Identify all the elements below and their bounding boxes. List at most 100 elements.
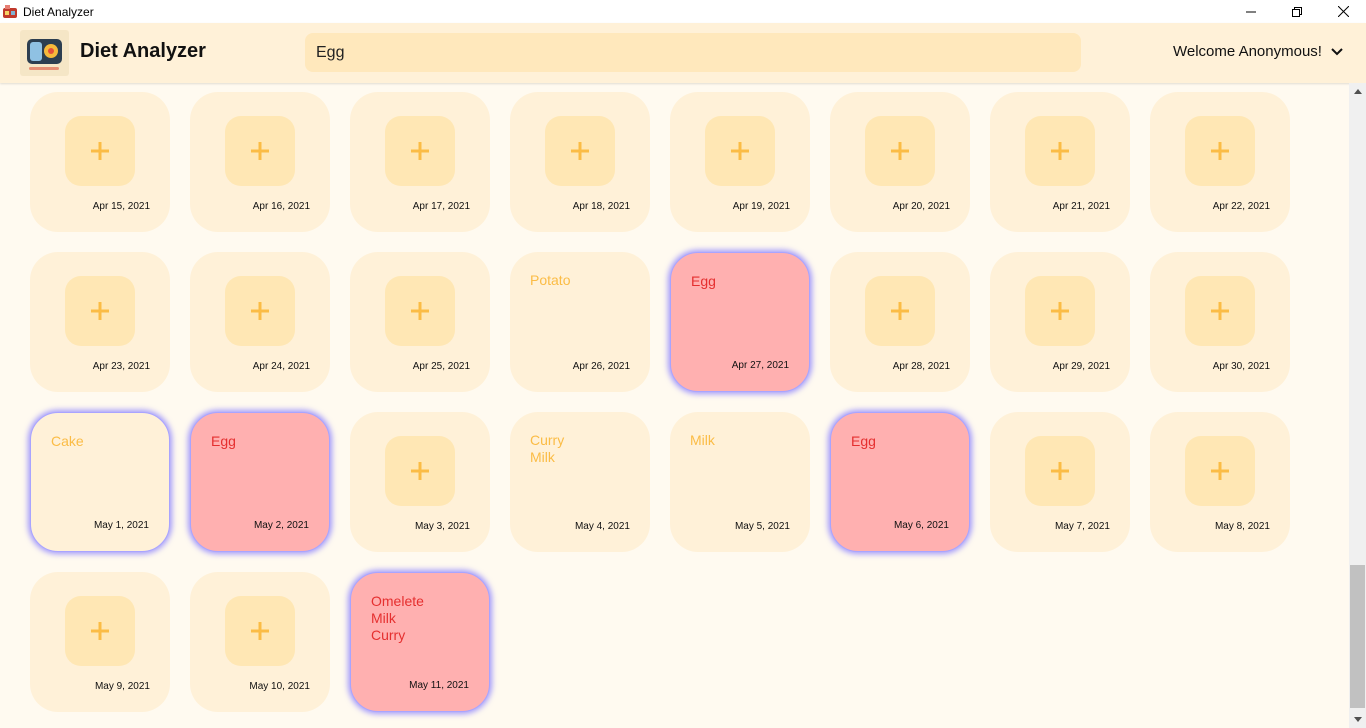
day-card[interactable]: Apr 19, 2021 <box>670 92 810 232</box>
scroll-down-arrow-icon[interactable] <box>1349 711 1366 728</box>
day-card[interactable]: Apr 16, 2021 <box>190 92 330 232</box>
add-meal-button[interactable] <box>1025 276 1095 346</box>
app-icon <box>3 4 17 19</box>
day-date: May 3, 2021 <box>414 521 470 532</box>
add-meal-button[interactable] <box>65 276 135 346</box>
day-card[interactable]: Apr 22, 2021 <box>1150 92 1290 232</box>
day-date: Apr 26, 2021 <box>572 361 630 372</box>
plus-icon <box>731 142 749 160</box>
add-meal-button[interactable] <box>705 116 775 186</box>
search-input[interactable] <box>305 33 1081 72</box>
calendar-area: Apr 15, 2021 Apr 16, 2021 Apr 17, 2021 Apr … <box>0 83 1349 728</box>
food-list: Egg <box>211 433 236 449</box>
day-date: Apr 19, 2021 <box>732 201 790 212</box>
day-date: Apr 22, 2021 <box>1212 201 1270 212</box>
day-card[interactable]: Milk May 5, 2021 <box>670 412 810 552</box>
day-date: May 5, 2021 <box>734 521 790 532</box>
day-date: Apr 16, 2021 <box>252 201 310 212</box>
day-card[interactable]: May 9, 2021 <box>30 572 170 712</box>
add-meal-button[interactable] <box>225 116 295 186</box>
day-card[interactable]: May 10, 2021 <box>190 572 330 712</box>
add-meal-button[interactable] <box>225 276 295 346</box>
plus-icon <box>411 142 429 160</box>
scroll-thumb[interactable] <box>1350 565 1365 708</box>
day-card[interactable]: Apr 17, 2021 <box>350 92 490 232</box>
app-name: Diet Analyzer <box>80 40 206 62</box>
chevron-down-icon <box>1331 47 1343 55</box>
add-meal-button[interactable] <box>865 116 935 186</box>
food-list: Egg <box>851 433 876 449</box>
food-list: Curry Milk <box>530 432 565 465</box>
day-date: Apr 17, 2021 <box>412 201 470 212</box>
window-title: Diet Analyzer <box>23 4 94 19</box>
add-meal-button[interactable] <box>225 596 295 666</box>
add-meal-button[interactable] <box>545 116 615 186</box>
vertical-scrollbar[interactable] <box>1349 83 1366 728</box>
day-card[interactable]: Apr 23, 2021 <box>30 252 170 392</box>
plus-icon <box>91 302 109 320</box>
plus-icon <box>411 302 429 320</box>
day-date: Apr 29, 2021 <box>1052 361 1110 372</box>
day-card[interactable]: Apr 25, 2021 <box>350 252 490 392</box>
plus-icon <box>1051 302 1069 320</box>
day-date: May 2, 2021 <box>253 520 309 531</box>
plus-icon <box>1051 462 1069 480</box>
day-card[interactable]: Egg May 6, 2021 <box>830 412 970 552</box>
day-card[interactable]: Omelete Milk Curry May 11, 2021 <box>350 572 490 712</box>
restore-icon <box>1292 6 1302 17</box>
food-list: Egg <box>691 273 716 289</box>
day-card[interactable]: Apr 30, 2021 <box>1150 252 1290 392</box>
add-meal-button[interactable] <box>865 276 935 346</box>
day-date: Apr 30, 2021 <box>1212 361 1270 372</box>
plus-icon <box>91 142 109 160</box>
add-meal-button[interactable] <box>1185 116 1255 186</box>
day-card[interactable]: May 3, 2021 <box>350 412 490 552</box>
minimize-button[interactable] <box>1228 0 1274 23</box>
day-card[interactable]: May 7, 2021 <box>990 412 1130 552</box>
day-card[interactable]: Egg May 2, 2021 <box>190 412 330 552</box>
day-date: May 1, 2021 <box>93 520 149 531</box>
plus-icon <box>251 142 269 160</box>
day-date: Apr 23, 2021 <box>92 361 150 372</box>
day-date: May 10, 2021 <box>249 681 310 692</box>
food-list: Cake <box>51 433 84 449</box>
plus-icon <box>1051 142 1069 160</box>
app-header: Diet Analyzer Welcome Anonymous! <box>0 23 1366 83</box>
minimize-icon <box>1246 11 1256 12</box>
add-meal-button[interactable] <box>1025 116 1095 186</box>
day-card[interactable]: Apr 24, 2021 <box>190 252 330 392</box>
day-date: May 8, 2021 <box>1214 521 1270 532</box>
day-card[interactable]: Apr 21, 2021 <box>990 92 1130 232</box>
plus-icon <box>251 302 269 320</box>
app-logo <box>20 30 69 76</box>
add-meal-button[interactable] <box>385 276 455 346</box>
day-card[interactable]: Potato Apr 26, 2021 <box>510 252 650 392</box>
add-meal-button[interactable] <box>385 116 455 186</box>
restore-button[interactable] <box>1274 0 1320 23</box>
plus-icon <box>891 142 909 160</box>
day-date: Apr 15, 2021 <box>92 201 150 212</box>
user-menu[interactable]: Welcome Anonymous! <box>1173 43 1344 60</box>
add-meal-button[interactable] <box>65 596 135 666</box>
day-card[interactable]: Apr 18, 2021 <box>510 92 650 232</box>
day-date: Apr 21, 2021 <box>1052 201 1110 212</box>
close-button[interactable] <box>1320 0 1366 23</box>
add-meal-button[interactable] <box>65 116 135 186</box>
add-meal-button[interactable] <box>1025 436 1095 506</box>
day-card[interactable]: Apr 29, 2021 <box>990 252 1130 392</box>
day-date: Apr 28, 2021 <box>892 361 950 372</box>
day-card[interactable]: Cake May 1, 2021 <box>30 412 170 552</box>
day-card[interactable]: Apr 20, 2021 <box>830 92 970 232</box>
day-card[interactable]: Curry Milk May 4, 2021 <box>510 412 650 552</box>
food-list: Potato <box>530 272 571 288</box>
day-card[interactable]: May 8, 2021 <box>1150 412 1290 552</box>
day-card[interactable]: Apr 15, 2021 <box>30 92 170 232</box>
window-titlebar: Diet Analyzer <box>0 0 1366 23</box>
food-list: Omelete Milk Curry <box>371 593 424 643</box>
scroll-up-arrow-icon[interactable] <box>1349 83 1366 100</box>
add-meal-button[interactable] <box>1185 276 1255 346</box>
day-card[interactable]: Egg Apr 27, 2021 <box>670 252 810 392</box>
add-meal-button[interactable] <box>385 436 455 506</box>
day-card[interactable]: Apr 28, 2021 <box>830 252 970 392</box>
add-meal-button[interactable] <box>1185 436 1255 506</box>
